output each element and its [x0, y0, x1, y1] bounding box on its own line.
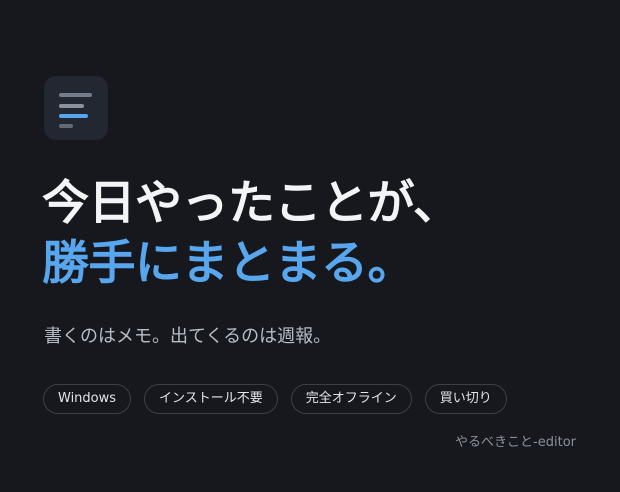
tag-windows: Windows [43, 384, 132, 414]
brand-name: やるべきこと-editor [455, 435, 576, 450]
subtitle: 書くのはメモ。出てくるのは週報。 [44, 326, 332, 347]
tag-no-install: インストール不要 [144, 384, 278, 414]
headline-line-1: 今日やったことが、 [42, 176, 460, 231]
icon-line-accent [59, 114, 88, 118]
icon-line [59, 104, 84, 108]
tag-offline: 完全オフライン [290, 384, 412, 414]
headline: 今日やったことが、 勝手にまとまる。 [42, 174, 460, 294]
icon-line [59, 93, 92, 97]
headline-line-2: 勝手にまとまる。 [42, 236, 414, 291]
icon-line [59, 124, 73, 128]
tag-one-time-purchase: 買い切り [424, 384, 507, 414]
feature-tags: Windows インストール不要 完全オフライン 買い切り [43, 384, 507, 414]
app-menu-icon [44, 76, 108, 140]
